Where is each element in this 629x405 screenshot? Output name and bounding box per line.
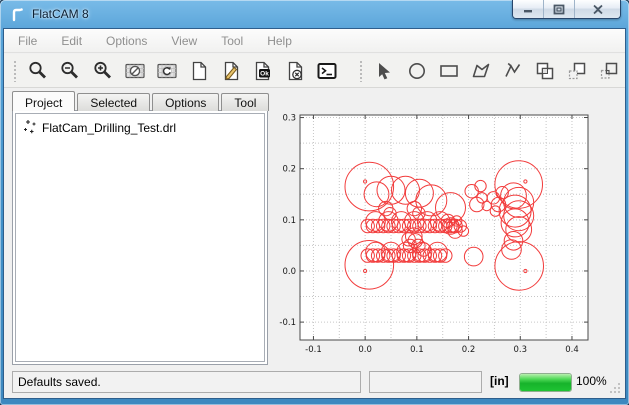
close-icon	[592, 4, 604, 15]
menu-bar: File Edit Options View Tool Help	[4, 29, 625, 53]
shell-icon	[316, 60, 338, 82]
polygon-tool-icon	[470, 60, 492, 82]
resize-grip-icon[interactable]	[608, 381, 622, 395]
union-tool-button[interactable]	[534, 58, 556, 84]
ok-document-icon: Ok	[252, 60, 274, 82]
svg-text:Ok: Ok	[260, 70, 269, 77]
svg-text:0.3: 0.3	[514, 345, 528, 355]
rectangle-tool-button[interactable]	[438, 58, 460, 84]
svg-text:0.2: 0.2	[462, 345, 476, 355]
units-label: [in]	[490, 374, 509, 388]
circle-tool-button[interactable]	[405, 58, 427, 84]
menu-help[interactable]: Help	[267, 34, 292, 48]
intersect-tool-button[interactable]	[598, 58, 620, 84]
svg-text:0.4: 0.4	[565, 345, 579, 355]
cancel-document-icon	[284, 60, 306, 82]
left-panel-tabs: Project Selected Options Tool	[12, 91, 271, 111]
open-project-button[interactable]	[220, 58, 242, 84]
status-message: Defaults saved.	[18, 375, 101, 389]
union-tool-icon	[534, 60, 556, 82]
project-panel: FlatCam_Drilling_Test.drl	[12, 110, 268, 365]
minimize-button[interactable]	[513, 0, 544, 18]
polygon-tool-button[interactable]	[470, 58, 492, 84]
subtract-tool-button[interactable]	[566, 58, 588, 84]
replot-icon	[156, 60, 178, 82]
zoom-out-icon	[59, 60, 81, 82]
close-button[interactable]	[575, 0, 620, 18]
zoom-fit-icon	[27, 60, 49, 82]
minimize-icon	[522, 4, 534, 14]
subtract-tool-icon	[566, 60, 588, 82]
window-title: FlatCAM 8	[32, 7, 89, 21]
menu-tool[interactable]: Tool	[221, 34, 243, 48]
progress-bar	[519, 373, 572, 392]
menu-edit[interactable]: Edit	[61, 34, 82, 48]
clear-plot-icon	[124, 60, 146, 82]
drill-plot: -0.1 0.0 0.1 0.2 0.3 0.4 -0.1 0.0 0.1 0.2 0.3	[268, 95, 625, 368]
ok-document-button[interactable]: Ok	[252, 58, 274, 84]
circle-tool-icon	[406, 60, 428, 82]
intersect-tool-icon	[598, 60, 620, 82]
maximize-icon	[553, 4, 565, 15]
svg-text:-0.1: -0.1	[305, 345, 322, 355]
project-tree[interactable]: FlatCam_Drilling_Test.drl	[15, 113, 265, 362]
replot-button[interactable]	[156, 58, 178, 84]
svg-text:0.1: 0.1	[410, 345, 424, 355]
status-activity-field	[369, 371, 482, 393]
shell-button[interactable]	[316, 58, 338, 84]
tree-item-label: FlatCam_Drilling_Test.drl	[42, 121, 176, 135]
pointer-button[interactable]	[373, 58, 395, 84]
menu-file[interactable]: File	[18, 34, 37, 48]
app-window: FlatCAM 8 File Edit Options View Tool He…	[0, 0, 629, 405]
toolbar: Ok	[4, 54, 625, 88]
status-message-field: Defaults saved.	[12, 371, 361, 393]
tab-tool[interactable]: Tool	[221, 93, 269, 111]
new-file-icon	[188, 60, 210, 82]
menu-view[interactable]: View	[171, 34, 197, 48]
toolbar-grip[interactable]	[13, 60, 16, 82]
zoom-in-button[interactable]	[92, 58, 114, 84]
maximize-button[interactable]	[544, 0, 575, 18]
polyline-tool-button[interactable]	[502, 58, 524, 84]
cancel-document-button[interactable]	[284, 58, 306, 84]
zoom-fit-button[interactable]	[27, 58, 49, 84]
progress-fill	[520, 374, 571, 391]
rectangle-tool-icon	[438, 60, 460, 82]
tab-project[interactable]: Project	[12, 91, 75, 111]
svg-text:0.1: 0.1	[282, 216, 296, 226]
zoom-out-button[interactable]	[59, 58, 81, 84]
pointer-icon	[373, 60, 395, 82]
tab-options[interactable]: Options	[152, 93, 219, 111]
new-project-button[interactable]	[188, 58, 210, 84]
progress-percent: 100%	[576, 374, 607, 388]
svg-text:0.2: 0.2	[282, 165, 296, 175]
status-bar: Defaults saved. [in] 100%	[4, 367, 625, 398]
client-area: File Edit Options View Tool Help	[4, 29, 625, 398]
tree-item-drill-object[interactable]: FlatCam_Drilling_Test.drl	[18, 118, 262, 137]
window-controls	[512, 0, 621, 19]
drill-object-icon	[22, 120, 37, 135]
title-bar[interactable]: FlatCAM 8	[0, 0, 629, 29]
svg-text:-0.1: -0.1	[279, 318, 296, 328]
polyline-tool-icon	[502, 60, 524, 82]
tab-selected[interactable]: Selected	[77, 93, 150, 111]
svg-text:0.3: 0.3	[282, 114, 296, 124]
flatcam-logo-icon	[9, 6, 26, 23]
zoom-in-icon	[92, 60, 114, 82]
toolbar-grip[interactable]	[359, 60, 362, 82]
clear-plot-button[interactable]	[124, 58, 146, 84]
menu-options[interactable]: Options	[106, 34, 147, 48]
plot-canvas[interactable]: -0.1 0.0 0.1 0.2 0.3 0.4 -0.1 0.0 0.1 0.2 0.3	[268, 95, 625, 368]
edit-file-icon	[220, 60, 242, 82]
svg-text:0.0: 0.0	[358, 345, 372, 355]
svg-text:0.0: 0.0	[282, 267, 296, 277]
